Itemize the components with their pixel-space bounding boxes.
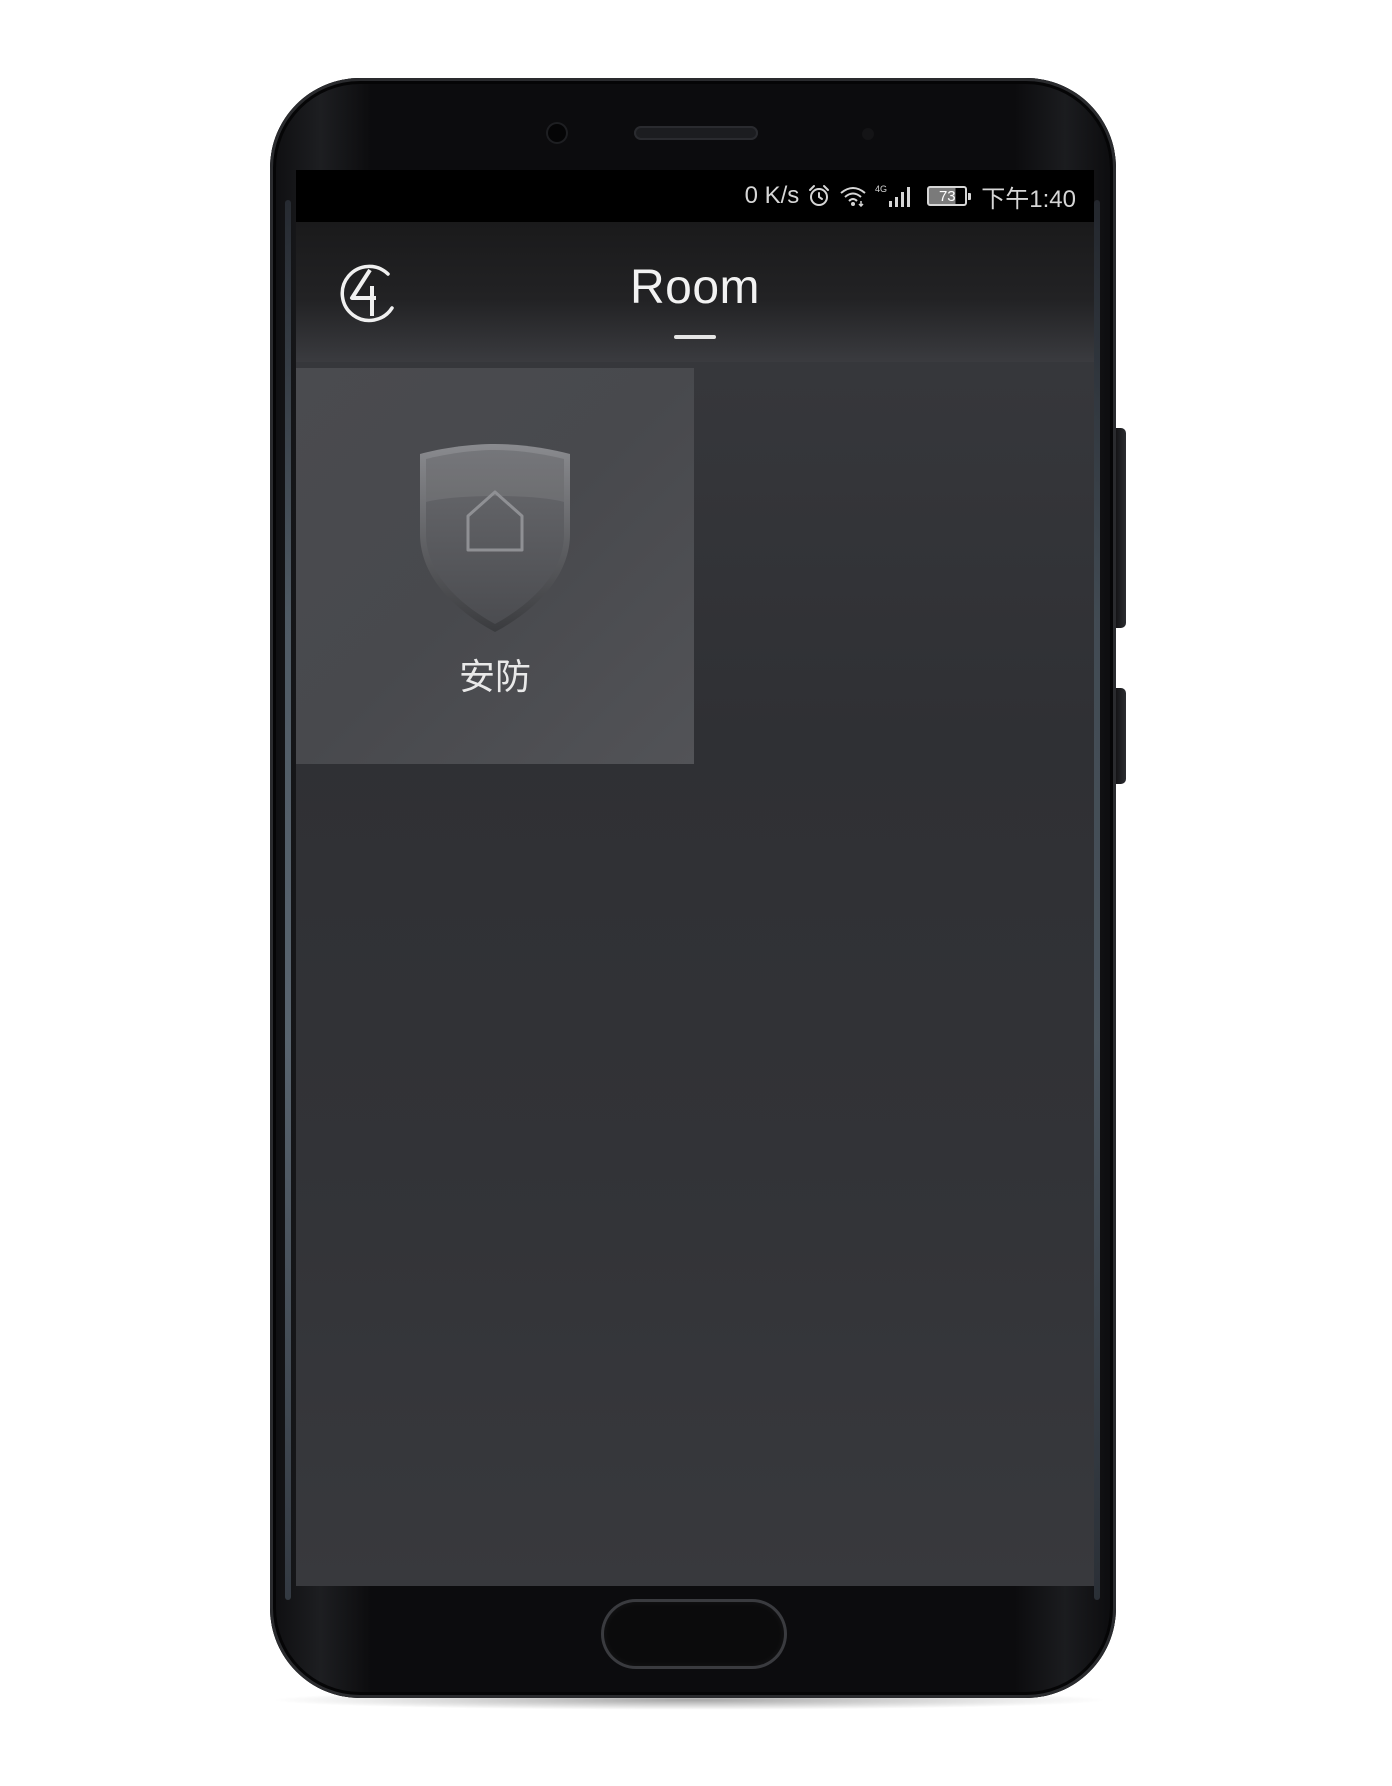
battery-level: 73	[938, 187, 956, 205]
status-bar: 0 K/s 4G 73 下午1:40	[296, 170, 1094, 222]
home-button[interactable]	[604, 1602, 784, 1666]
front-camera	[548, 124, 566, 142]
security-shield-icon	[416, 442, 574, 634]
stage: 0 K/s 4G 73 下午1:40 Room 安防	[0, 0, 1392, 1786]
signal-bars-icon: 4G	[875, 183, 919, 209]
battery-indicator: 73	[927, 186, 972, 206]
tile-label: 安防	[458, 657, 531, 698]
app-header: Room	[296, 222, 1094, 362]
earpiece-speaker	[634, 126, 758, 140]
page-title: Room	[629, 261, 761, 314]
volume-button[interactable]	[1116, 688, 1126, 784]
phone-screen: 0 K/s 4G 73 下午1:40 Room 安防	[296, 170, 1094, 1586]
proximity-sensor	[862, 128, 874, 140]
clock-time: 下午1:40	[981, 185, 1076, 213]
wifi-icon	[839, 185, 867, 207]
phone-edge-right	[1094, 200, 1100, 1600]
phone-edge-left	[285, 200, 291, 1600]
tile-security[interactable]: 安防	[296, 368, 694, 764]
battery-icon: 73	[927, 186, 972, 206]
title-underline	[674, 335, 716, 339]
alarm-clock-icon	[807, 184, 831, 208]
power-button[interactable]	[1116, 428, 1126, 628]
net-speed: 0 K/s	[744, 182, 800, 209]
network-type: 4G	[875, 184, 887, 194]
